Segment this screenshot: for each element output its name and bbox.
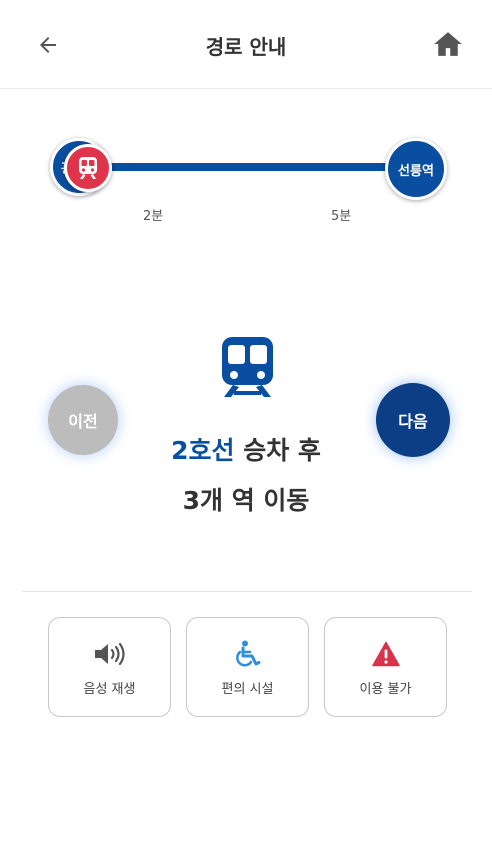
wheelchair-icon [235, 640, 260, 667]
segment-time-1: 2분 [143, 209, 164, 224]
end-station[interactable]: 선릉역 [385, 138, 447, 200]
divider [22, 591, 472, 592]
home-icon [434, 32, 462, 56]
warning-icon [371, 641, 400, 667]
facilities-button[interactable]: 편의 시설 [186, 617, 309, 717]
route-line [80, 163, 416, 171]
previous-button[interactable]: 이전 [48, 385, 118, 455]
unavailable-label: 이용 불가 [359, 682, 412, 697]
home-button[interactable] [429, 26, 467, 62]
segment-time-2: 5분 [331, 209, 352, 224]
subway-line-name: 2호선 [171, 436, 235, 465]
unavailable-button[interactable]: 이용 불가 [324, 617, 447, 717]
end-station-label: 선릉역 [398, 163, 434, 179]
subway-icon [222, 337, 273, 397]
instruction-boarding-text: 승차 후 [234, 436, 321, 465]
facilities-label: 편의 시설 [221, 682, 274, 697]
current-position-marker [64, 144, 112, 192]
page-title: 경로 안내 [205, 35, 287, 59]
instruction-line-2: 3개 역 이동 [182, 486, 310, 515]
speaker-icon [94, 642, 125, 666]
train-icon [79, 157, 97, 179]
header: 경로 안내 [0, 0, 492, 89]
next-button[interactable]: 다음 [376, 383, 450, 457]
voice-play-label: 음성 재생 [83, 682, 136, 697]
voice-play-button[interactable]: 음성 재생 [48, 617, 171, 717]
route-progress: 광 선릉역 2분 5분 [0, 130, 492, 230]
